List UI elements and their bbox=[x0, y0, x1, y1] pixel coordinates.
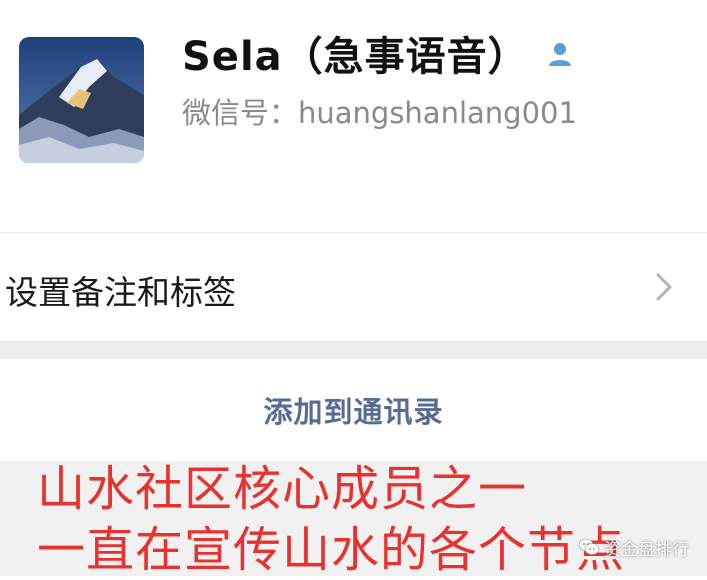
mountain-avatar-icon bbox=[19, 37, 144, 163]
wechat-icon bbox=[578, 538, 600, 555]
profile-header: Sela（急事语音） 微信号：huangshanlang001 bbox=[0, 0, 707, 232]
person-icon bbox=[545, 39, 575, 69]
watermark-text: 资金盘排行 bbox=[604, 539, 689, 560]
watermark: 资金盘排行 bbox=[578, 534, 689, 560]
wechat-id: 微信号：huangshanlang001 bbox=[182, 96, 577, 130]
caption-line-1: 山水社区核心成员之一 bbox=[37, 461, 528, 517]
section-gap bbox=[0, 341, 707, 359]
set-remark-and-tags-row[interactable]: 设置备注和标签 bbox=[0, 233, 707, 341]
caption-line-2: 一直在宣传山水的各个节点 bbox=[37, 522, 626, 578]
chevron-right-icon bbox=[654, 271, 674, 303]
set-remark-and-tags-label: 设置备注和标签 bbox=[5, 273, 236, 312]
contact-name: Sela（急事语音） bbox=[182, 34, 529, 80]
avatar[interactable] bbox=[19, 37, 144, 163]
add-to-contacts-button[interactable]: 添加到通讯录 bbox=[0, 389, 707, 431]
